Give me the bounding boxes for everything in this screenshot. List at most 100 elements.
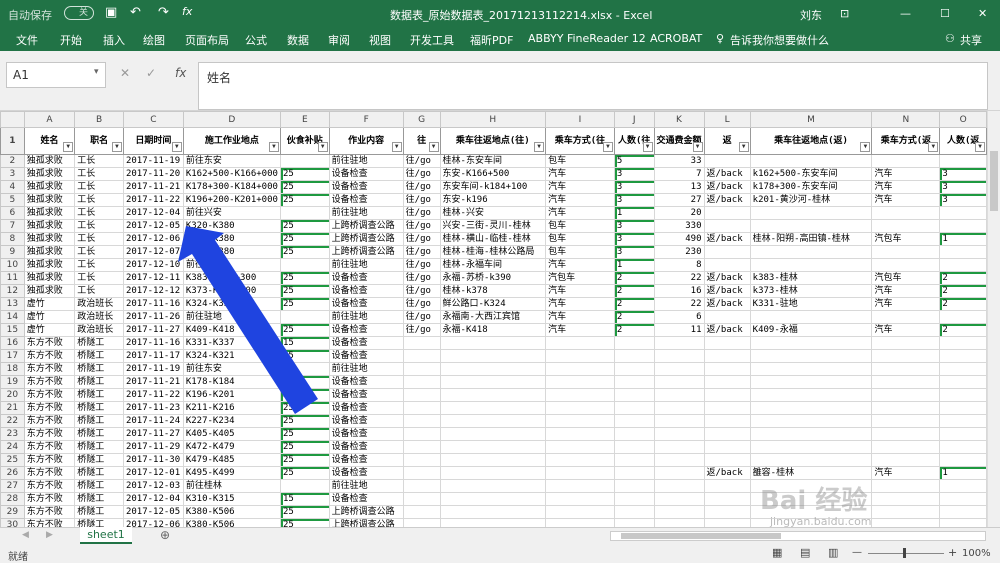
cell-table[interactable]: A B C D E F G H I J K L M N O 1 姓名 ▼ 职名 ▼ 日期时间 ▼ 施工作业地点 ▼ 伙食补贴 ▼ 作… <box>0 111 987 527</box>
cell-n27[interactable] <box>871 479 941 493</box>
name-box-dropdown-icon[interactable]: ▾ <box>94 67 99 77</box>
cell-g17[interactable] <box>402 349 441 363</box>
cell-a2[interactable]: 独孤求败 <box>23 154 76 168</box>
filter-dropdown-icon[interactable]: ▼ <box>428 142 439 152</box>
cell-k25[interactable] <box>653 453 705 467</box>
row-header[interactable]: 12 <box>0 284 25 298</box>
column-header-j[interactable]: J <box>613 111 655 128</box>
cell-a24[interactable]: 东方不败 <box>23 440 76 454</box>
tab-home[interactable]: 开始 <box>60 32 82 48</box>
cell-d30[interactable]: K380-K506 <box>182 518 281 527</box>
scroll-thumb[interactable] <box>990 151 998 211</box>
cell-e5[interactable]: 25 <box>279 193 330 207</box>
zoom-level[interactable]: 100% <box>962 548 991 559</box>
cell-f9[interactable]: 上跨桥调查公路 <box>328 245 404 259</box>
cell-j18[interactable] <box>613 362 655 376</box>
cell-j22[interactable] <box>613 414 655 428</box>
cell-k30[interactable] <box>653 518 705 527</box>
cell-i24[interactable] <box>545 440 615 454</box>
cell-b14[interactable]: 政治班长 <box>74 310 124 324</box>
column-header-g[interactable]: G <box>402 111 441 128</box>
cell-g6[interactable]: 往/go <box>402 206 441 220</box>
cell-f27[interactable]: 前往驻地 <box>328 479 404 493</box>
cell-n22[interactable] <box>871 414 941 428</box>
cell-l27[interactable] <box>703 479 751 493</box>
cell-d25[interactable]: K479-K485 <box>182 453 281 467</box>
cell-g15[interactable]: 往/go <box>402 323 441 337</box>
cell-l5[interactable]: 返/back <box>703 193 751 207</box>
filter-dropdown-icon[interactable]: ▼ <box>975 142 985 152</box>
cell-i8[interactable]: 包车 <box>545 232 615 246</box>
cell-g12[interactable]: 往/go <box>402 284 441 298</box>
cell-i23[interactable] <box>545 427 615 441</box>
cell-l2[interactable] <box>703 154 751 168</box>
filter-dropdown-icon[interactable]: ▼ <box>534 142 545 152</box>
row-header[interactable]: 17 <box>0 349 25 363</box>
cell-e10[interactable] <box>279 258 330 272</box>
cell-j2[interactable]: 5 <box>613 154 655 168</box>
cell-k23[interactable] <box>653 427 705 441</box>
cell-d17[interactable]: K324-K321 <box>182 349 281 363</box>
cell-g29[interactable] <box>402 505 441 519</box>
cell-f18[interactable]: 前往驻地 <box>328 362 404 376</box>
cell-g25[interactable] <box>402 453 441 467</box>
cell-h12[interactable]: 桂林-k378 <box>439 284 547 298</box>
cell-e2[interactable] <box>279 154 330 168</box>
cell-h16[interactable] <box>439 336 547 350</box>
cell-a30[interactable]: 东方不败 <box>23 518 76 527</box>
ribbon-display-icon[interactable]: ⊡ <box>840 7 849 20</box>
cell-j24[interactable] <box>613 440 655 454</box>
cell-a5[interactable]: 独孤求败 <box>23 193 76 207</box>
cell-d24[interactable]: K472-K479 <box>182 440 281 454</box>
row-header[interactable]: 19 <box>0 375 25 389</box>
row-header[interactable]: 7 <box>0 219 25 233</box>
cell-c22[interactable]: 2017-11-24 <box>122 414 184 428</box>
column-header-c[interactable]: C <box>122 111 184 128</box>
cell-m12[interactable]: k373-桂林 <box>749 284 873 298</box>
autosave-toggle[interactable]: 关 <box>64 6 94 20</box>
cell-b18[interactable]: 桥隧工 <box>74 362 124 376</box>
cell-k19[interactable] <box>653 375 705 389</box>
cell-c12[interactable]: 2017-12-12 <box>122 284 184 298</box>
redo-icon[interactable]: ↷ <box>158 5 169 20</box>
cell-b24[interactable]: 桥隧工 <box>74 440 124 454</box>
cell-i17[interactable] <box>545 349 615 363</box>
cell-i6[interactable]: 汽车 <box>545 206 615 220</box>
filter-dropdown-icon[interactable]: ▼ <box>171 142 182 152</box>
cell-b2[interactable]: 工长 <box>74 154 124 168</box>
cell-j27[interactable] <box>613 479 655 493</box>
cell-h22[interactable] <box>439 414 547 428</box>
cell-d4[interactable]: K178+300-K184+000 <box>182 180 281 194</box>
cell-d29[interactable]: K380-K506 <box>182 505 281 519</box>
cell-o23[interactable] <box>939 427 987 441</box>
cell-k14[interactable]: 6 <box>653 310 705 324</box>
cell-n10[interactable] <box>871 258 941 272</box>
tab-review[interactable]: 审阅 <box>328 32 350 48</box>
cell-d3[interactable]: K162+500-K166+000 <box>182 167 281 181</box>
cell-a7[interactable]: 独孤求败 <box>23 219 76 233</box>
row-header[interactable]: 11 <box>0 271 25 285</box>
cell-h8[interactable]: 桂林-横山-临桂-桂林 <box>439 232 547 246</box>
cell-h24[interactable] <box>439 440 547 454</box>
cell-a27[interactable]: 东方不败 <box>23 479 76 493</box>
minimize-button[interactable]: — <box>900 7 911 20</box>
cell-l23[interactable] <box>703 427 751 441</box>
cell-l29[interactable] <box>703 505 751 519</box>
cell-l17[interactable] <box>703 349 751 363</box>
cell-j6[interactable]: 1 <box>613 206 655 220</box>
cell-l7[interactable] <box>703 219 751 233</box>
cell-h3[interactable]: 东安-K166+500 <box>439 167 547 181</box>
cell-n11[interactable]: 汽包车 <box>871 271 941 285</box>
cell-d28[interactable]: K310-K315 <box>182 492 281 506</box>
filter-dropdown-icon[interactable]: ▼ <box>317 142 328 152</box>
cell-l26[interactable]: 返/back <box>703 466 751 480</box>
cell-d12[interactable]: K373-K378+300 <box>182 284 281 298</box>
cell-b28[interactable]: 桥隧工 <box>74 492 124 506</box>
cell-j29[interactable] <box>613 505 655 519</box>
select-all-corner[interactable] <box>0 111 25 128</box>
prev-sheet-icon[interactable]: ◀ <box>22 530 29 540</box>
cell-k11[interactable]: 22 <box>653 271 705 285</box>
cell-k15[interactable]: 11 <box>653 323 705 337</box>
cell-l20[interactable] <box>703 388 751 402</box>
undo-icon[interactable]: ↶ <box>130 5 141 20</box>
